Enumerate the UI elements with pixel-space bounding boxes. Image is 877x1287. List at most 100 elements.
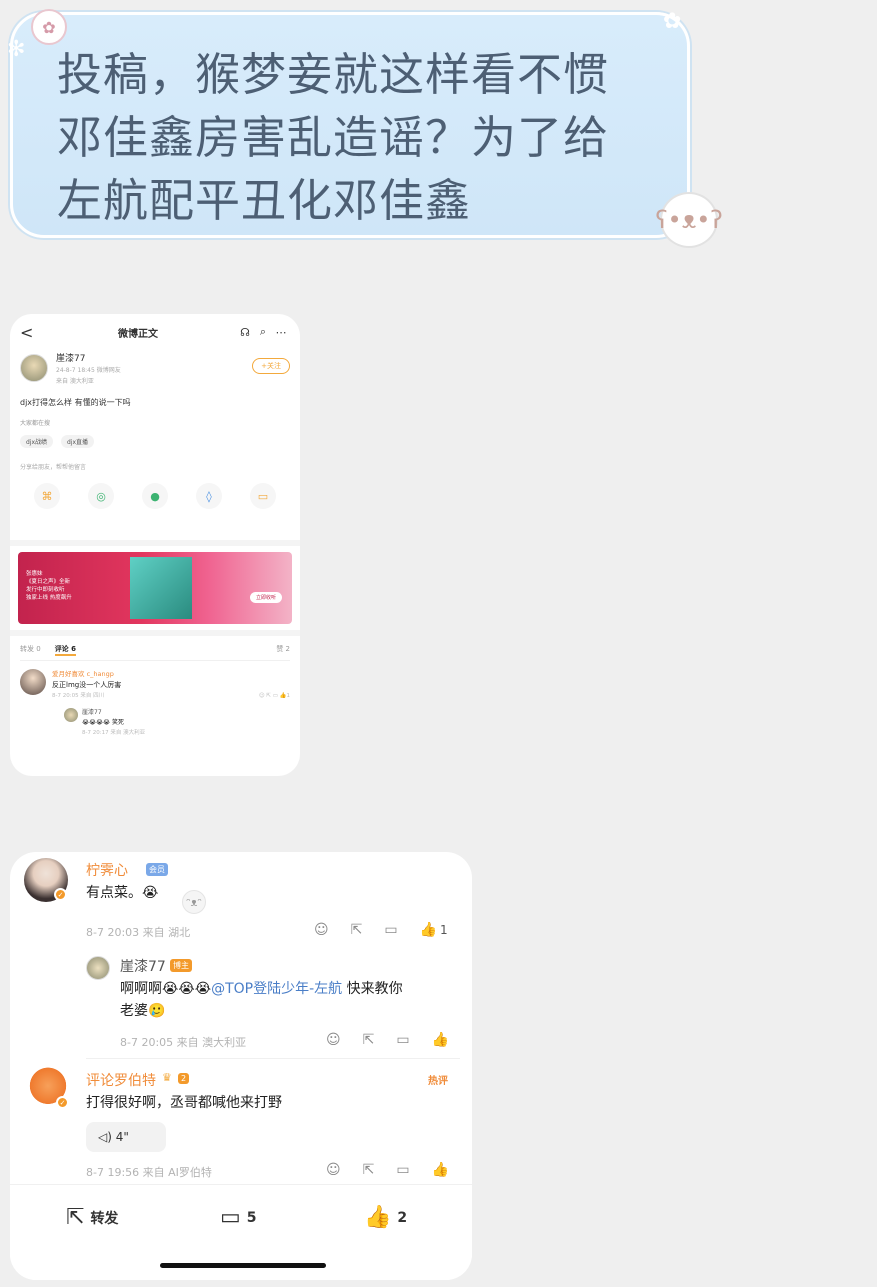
share-icon[interactable]: ⇱ xyxy=(363,1032,375,1048)
wechat-icon[interactable]: ◎ xyxy=(88,483,114,509)
headphone-icon[interactable]: ☊ xyxy=(236,326,254,339)
like-button[interactable]: 👍 1 xyxy=(420,922,448,938)
save-icon[interactable]: ▭ xyxy=(250,483,276,509)
emoji-icon[interactable]: ☺ xyxy=(326,1032,341,1048)
comment-actions: ☺ ⇱ ▭ 👍1 xyxy=(258,693,290,699)
search-suggest-label: 大家都在搜 xyxy=(20,420,51,427)
comment-button[interactable]: ▭ 5 xyxy=(220,1205,257,1230)
screenshot-weibo-post: < 微博正文 ☊ ⌕ ⋯ 崖漆77 24-8-7 18:45 微博网友 来自 澳… xyxy=(10,314,300,776)
emoji-icon[interactable]: ☺ xyxy=(326,1162,341,1178)
title-line-2: 邓佳鑫房害乱造谣？为了给 xyxy=(57,111,610,164)
banner-line: 发行中即刻收听 xyxy=(26,587,65,593)
post-text: djx打得怎么样 有懂的说一下吗 xyxy=(20,398,131,407)
moments-icon[interactable]: ● xyxy=(142,483,168,509)
verified-icon: ✓ xyxy=(56,1096,69,1109)
like-button[interactable]: 👍 xyxy=(432,1032,449,1048)
level-badge: 2 xyxy=(178,1073,190,1084)
tab-repost[interactable]: 转发 0 xyxy=(20,644,41,656)
member-badge: 会员 xyxy=(146,863,168,876)
flower-icon: ✿ xyxy=(663,9,682,34)
screenshot-weibo-comments: ✓ 柠霁心 会员 有点菜。😭 ᵔᴥᵔ 8-7 20:03 来自 湖北 ☺ ⇱ ▭… xyxy=(10,852,472,1280)
repost-icon: ⇱ xyxy=(66,1205,85,1230)
user-meta: 24-8-7 18:45 微博网友 xyxy=(56,367,121,374)
user-meta-2: 来自 澳大利亚 xyxy=(56,378,94,385)
back-icon[interactable]: < xyxy=(20,323,40,342)
home-indicator[interactable] xyxy=(160,1263,326,1268)
music-ad-banner[interactable]: 张惠妹 《夏日之声》全新 发行中即刻收听 独家上线 热度飙升 立即收听 xyxy=(10,546,300,630)
reply-text-suffix: 快来教你 xyxy=(342,981,403,997)
like-count: 1 xyxy=(440,923,448,937)
banner-line: 张惠妹 xyxy=(26,571,43,577)
reply-meta: 8-7 20:17 来自 澳大利亚 xyxy=(82,730,146,736)
reply-author[interactable]: 崖漆77 xyxy=(82,708,145,718)
comment-author[interactable]: 评论罗伯特 xyxy=(86,1070,156,1090)
reply-meta: 8-7 20:05 来自 澳大利亚 xyxy=(120,1036,247,1049)
user-name[interactable]: 崖漆77 xyxy=(56,354,121,365)
divider xyxy=(86,1058,460,1059)
share-icon[interactable]: ⇱ xyxy=(351,922,363,938)
flower-sticker-icon: ✿ xyxy=(31,9,67,45)
like-button[interactable]: 👍 xyxy=(432,1162,449,1178)
nav-title: 微博正文 xyxy=(118,328,158,340)
reply-author[interactable]: 崖漆77 xyxy=(120,956,166,976)
reply-text-line2: 老婆🥲 xyxy=(120,1003,166,1019)
tab-comments[interactable]: 评论 6 xyxy=(54,644,76,656)
list-item: 崖漆77 😭😭😭😭 笑死 8-7 20:17 来自 澳大利亚 xyxy=(64,708,290,738)
emoji-icon[interactable]: ☺ xyxy=(314,922,329,938)
bear-sticker-icon: ʕ•ᴥ•ʔ xyxy=(655,192,723,248)
avatar[interactable] xyxy=(20,669,46,695)
comment-icon[interactable]: ▭ xyxy=(384,922,397,938)
repost-button[interactable]: ⇱ 转发 xyxy=(66,1205,118,1230)
list-item: 爱月好喜欢 c_hangp 反正lmg没一个人厉害 8-7 20:05 来自 四… xyxy=(20,669,290,702)
reply-text-prefix: 啊啊啊😭😭😭 xyxy=(120,981,212,997)
avatar[interactable] xyxy=(20,354,48,382)
share-link-icon[interactable]: ⌘ xyxy=(34,483,60,509)
reply-text: 😭😭😭😭 笑死 xyxy=(82,719,124,726)
qq-icon[interactable]: ◊ xyxy=(196,483,222,509)
snowflake-icon: ✻ xyxy=(7,37,26,62)
comment-author[interactable]: 柠霁心 xyxy=(86,860,128,880)
title-bubble: ✿ ✻ ✿ 投稿，猴梦妾就这样看不惯 邓佳鑫房害乱造谣？为了给 左航配平丑化邓佳… xyxy=(7,9,690,238)
title-line-3: 左航配平丑化邓佳鑫 xyxy=(57,174,472,227)
voice-duration: 4" xyxy=(115,1130,129,1144)
voice-message[interactable]: ◁) 4" xyxy=(86,1122,166,1152)
verified-icon: ✓ xyxy=(54,888,67,901)
title-line-1: 投稿，猴梦妾就这样看不惯 xyxy=(57,48,610,101)
crown-icon: ♛ xyxy=(162,1071,172,1084)
avatar[interactable] xyxy=(86,956,110,980)
voice-icon: ◁) xyxy=(98,1130,112,1144)
tab-likes[interactable]: 赞 2 xyxy=(276,644,290,656)
comment-icon: ▭ xyxy=(220,1205,241,1230)
like-count: 2 xyxy=(397,1209,408,1226)
comments-section: 转发 0 评论 6 赞 2 爱月好喜欢 c_hangp 反正lmg没一个人厉害 … xyxy=(10,636,300,776)
search-tag[interactable]: djx直播 xyxy=(61,435,95,448)
bottom-action-bar: ⇱ 转发 ▭ 5 👍 2 xyxy=(10,1184,472,1280)
comment-icon[interactable]: ▭ xyxy=(396,1162,409,1178)
post-title: 投稿，猴梦妾就这样看不惯 邓佳鑫房害乱造谣？为了给 左航配平丑化邓佳鑫 xyxy=(57,43,657,232)
like-button[interactable]: 👍 2 xyxy=(364,1205,407,1230)
comment-meta: 8-7 19:56 来自 AI罗伯特 xyxy=(86,1166,212,1179)
share-icon[interactable]: ⇱ xyxy=(363,1162,375,1178)
follow-button[interactable]: +关注 xyxy=(252,358,290,374)
hot-comment-tag: 热评 xyxy=(428,1076,448,1087)
author-badge: 博主 xyxy=(170,959,192,972)
search-icon[interactable]: ⌕ xyxy=(254,325,272,339)
reply-text: 啊啊啊😭😭😭@TOP登陆少年-左航 快来教你 老婆🥲 xyxy=(120,978,460,1022)
avatar[interactable] xyxy=(64,708,78,722)
comment-meta: 8-7 20:03 来自 湖北 xyxy=(86,926,191,939)
search-tag[interactable]: djx战绩 xyxy=(20,435,54,448)
banner-line: 《夏日之声》全新 xyxy=(26,579,71,585)
comment-icon[interactable]: ▭ xyxy=(396,1032,409,1048)
repost-label: 转发 xyxy=(90,1210,119,1227)
comment-text: 反正lmg没一个人厉害 xyxy=(52,681,122,689)
comment-author[interactable]: 爱月好喜欢 c_hangp xyxy=(52,669,290,680)
banner-line: 独家上线 热度飙升 xyxy=(26,595,72,601)
comment-text: 打得很好啊，丞哥都喊他来打野 xyxy=(86,1095,282,1111)
mention-link[interactable]: @TOP登陆少年-左航 xyxy=(211,981,342,997)
album-cover xyxy=(130,557,192,619)
comment-count: 5 xyxy=(246,1209,257,1226)
comment-meta: 8-7 20:05 来自 四川 xyxy=(52,693,105,699)
more-icon[interactable]: ⋯ xyxy=(272,326,290,339)
banner-play-button[interactable]: 立即收听 xyxy=(249,592,282,603)
sticker-icon: ᵔᴥᵔ xyxy=(182,890,206,914)
